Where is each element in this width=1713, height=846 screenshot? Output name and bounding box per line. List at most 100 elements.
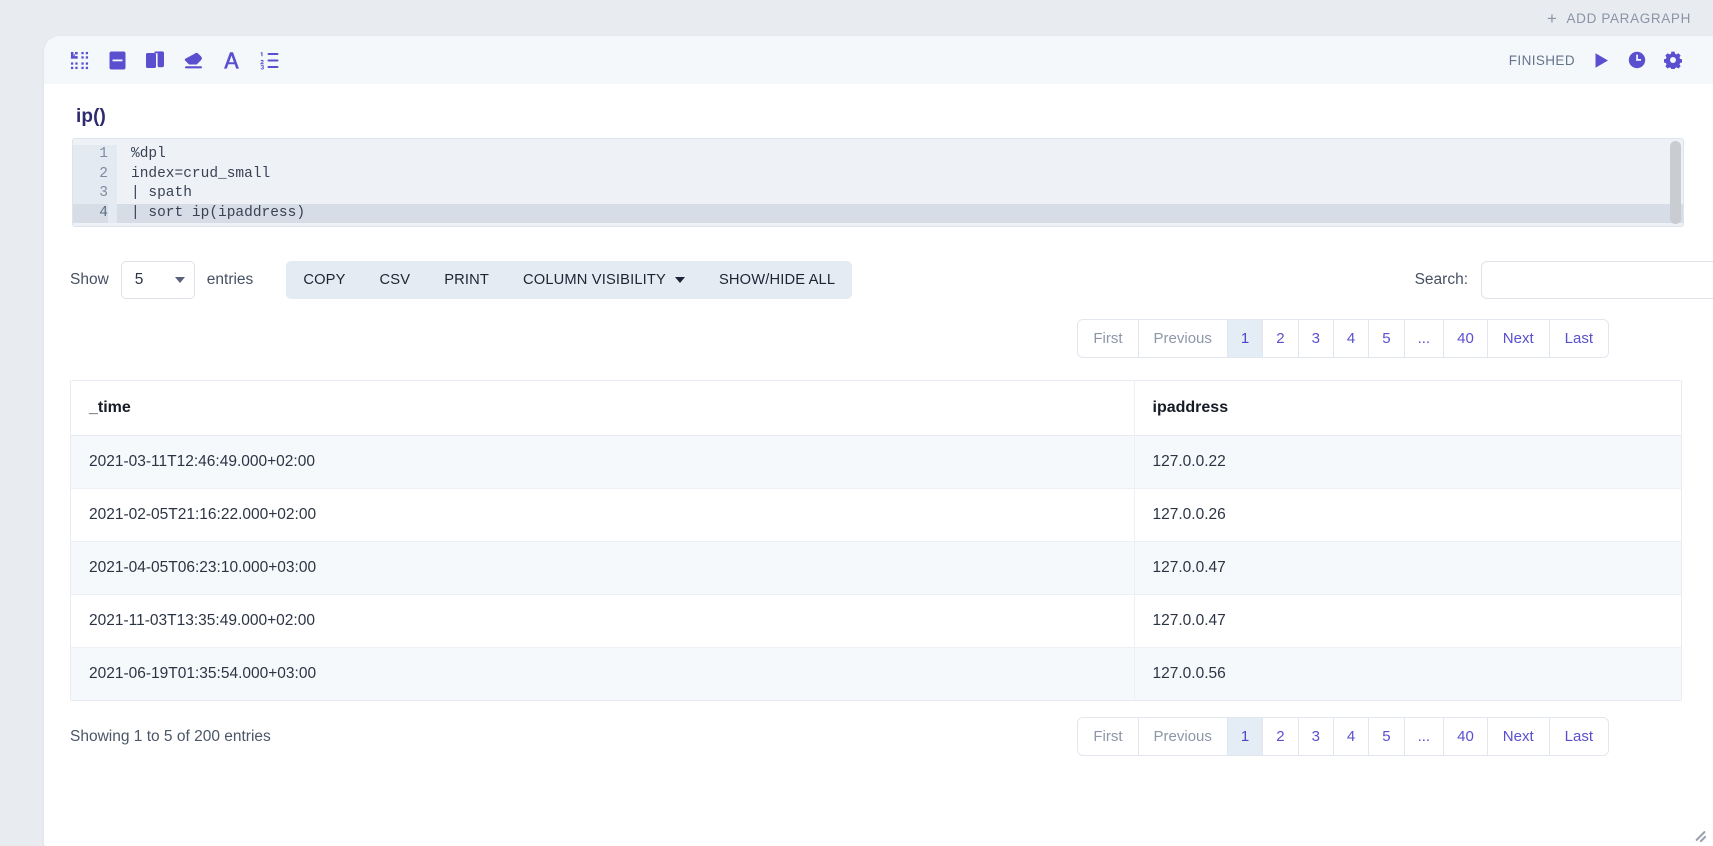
status-badge: FINISHED (1508, 52, 1575, 68)
code-line: index=crud_small (131, 165, 271, 182)
column-header-ipaddress[interactable]: ipaddress (1134, 381, 1681, 436)
cell-time: 2021-02-05T21:16:22.000+02:00 (71, 488, 1135, 542)
ordered-list-icon[interactable] (259, 50, 280, 71)
showing-info: Showing 1 to 5 of 200 entries (70, 727, 271, 745)
cell-time: 2021-06-19T01:35:54.000+03:00 (71, 647, 1135, 700)
editor-scrollbar-thumb[interactable] (1670, 141, 1681, 224)
cell-ipaddress: 127.0.0.56 (1134, 647, 1681, 700)
book-icon[interactable] (107, 50, 128, 71)
pager-first[interactable]: First (1078, 718, 1139, 755)
pager-page-3[interactable]: 3 (1298, 718, 1334, 755)
top-strip: + ADD PARAGRAPH (0, 0, 1713, 36)
eraser-icon[interactable] (183, 50, 204, 71)
resize-handle[interactable] (1693, 828, 1707, 843)
pager: First Previous 1 2 3 4 5 ... 40 Next Las… (1077, 717, 1609, 756)
pager-first[interactable]: First (1078, 320, 1139, 357)
caret-down-icon (674, 277, 685, 283)
cell-ipaddress: 127.0.0.26 (1134, 488, 1681, 542)
entries-label: entries (206, 271, 254, 288)
pager-last[interactable]: Last (1549, 320, 1608, 357)
pager-last[interactable]: Last (1549, 718, 1608, 755)
pager-previous[interactable]: Previous (1138, 718, 1228, 755)
pager-page-5[interactable]: 5 (1369, 718, 1405, 755)
pager-next[interactable]: Next (1487, 320, 1550, 357)
pager-page-5[interactable]: 5 (1369, 320, 1405, 357)
print-button[interactable]: PRINT (427, 261, 507, 299)
chevron-down-icon (174, 277, 185, 283)
show-hide-all-button[interactable]: SHOW/HIDE ALL (701, 261, 853, 299)
pager-ellipsis: ... (1404, 718, 1445, 755)
export-button-group: COPY CSV PRINT COLUMN VISIBILITY SHOW/HI… (286, 261, 853, 299)
show-hide-all-label: SHOW/HIDE ALL (718, 272, 836, 288)
column-visibility-button[interactable]: COLUMN VISIBILITY (506, 261, 702, 299)
csv-button[interactable]: CSV (362, 261, 428, 299)
code-editor[interactable]: 1 2 3 4 %dpl index=crud_small | spath | … (72, 138, 1684, 227)
add-paragraph-button[interactable]: + ADD PARAGRAPH (1547, 10, 1691, 27)
page-length-select[interactable]: 5 (120, 261, 195, 299)
table-row: 2021-03-11T12:46:49.000+02:00 127.0.0.22 (71, 435, 1681, 489)
paragraph-header: FINISHED (44, 36, 1713, 84)
code-line: | spath (131, 185, 192, 201)
cell-time: 2021-03-11T12:46:49.000+02:00 (71, 435, 1135, 489)
paragraph-card: FINISHED ip() 1 2 3 4 %dpl index=crud_sm… (44, 36, 1713, 846)
add-paragraph-label: ADD PARAGRAPH (1566, 10, 1691, 26)
gear-icon[interactable] (1663, 50, 1683, 70)
pager: First Previous 1 2 3 4 5 ... 40 Next Las… (1077, 319, 1609, 358)
column-visibility-label: COLUMN VISIBILITY (523, 272, 666, 288)
clock-icon[interactable] (1627, 50, 1647, 70)
collapse-icon[interactable] (69, 50, 90, 71)
pager-page-40[interactable]: 40 (1444, 718, 1488, 755)
pager-next[interactable]: Next (1487, 718, 1550, 755)
results-table-wrap: _time ipaddress 2021-03-11T12:46:49.000+… (70, 380, 1682, 701)
copy-button-label: COPY (303, 272, 346, 288)
pager-previous[interactable]: Previous (1138, 320, 1228, 357)
app-root: + ADD PARAGRAPH FINISHED ip() 1 2 3 4 %d… (0, 0, 1713, 846)
copy-button[interactable]: COPY (286, 261, 363, 299)
pager-page-40[interactable]: 40 (1444, 320, 1488, 357)
cell-ipaddress: 127.0.0.47 (1134, 541, 1681, 595)
cell-time: 2021-11-03T13:35:49.000+02:00 (71, 594, 1135, 648)
editor-gutter: 1 2 3 4 (73, 145, 117, 223)
print-button-label: PRINT (444, 272, 490, 288)
font-icon[interactable] (221, 50, 242, 71)
csv-button-label: CSV (379, 272, 411, 288)
table-header-row: _time ipaddress (71, 381, 1681, 436)
table-footer: Showing 1 to 5 of 200 entries First Prev… (70, 717, 1691, 756)
pager-page-4[interactable]: 4 (1333, 718, 1370, 755)
pager-page-1[interactable]: 1 (1227, 718, 1264, 755)
table-row: 2021-11-03T13:35:49.000+02:00 127.0.0.47 (71, 594, 1681, 648)
show-label: Show (70, 271, 109, 288)
pager-page-1[interactable]: 1 (1227, 320, 1264, 357)
cell-ipaddress: 127.0.0.47 (1134, 594, 1681, 648)
table-row: 2021-06-19T01:35:54.000+03:00 127.0.0.56 (71, 647, 1681, 700)
paragraph-body: ip() 1 2 3 4 %dpl index=crud_small | spa… (44, 84, 1713, 756)
code-line: %dpl (131, 146, 166, 162)
paragraph-toolbar (69, 50, 280, 71)
table-head: _time ipaddress (71, 381, 1681, 436)
results-table: _time ipaddress 2021-03-11T12:46:49.000+… (71, 381, 1681, 700)
table-controls: Show 5 entries COPY CSV PRINT COLUMN VIS… (70, 261, 1713, 299)
column-header-time[interactable]: _time (71, 381, 1135, 436)
code-line-active: | sort ip(ipaddress) (117, 203, 1683, 223)
copy-icon[interactable] (145, 50, 166, 71)
pagination-bottom: First Previous 1 2 3 4 5 ... 40 Next Las… (1077, 717, 1691, 756)
pager-page-2[interactable]: 2 (1263, 320, 1299, 357)
pager-page-4[interactable]: 4 (1333, 320, 1370, 357)
line-number: 4 (73, 203, 108, 223)
run-icon[interactable] (1591, 50, 1611, 70)
table-body: 2021-03-11T12:46:49.000+02:00 127.0.0.22… (71, 435, 1681, 700)
table-row: 2021-02-05T21:16:22.000+02:00 127.0.0.26 (71, 488, 1681, 542)
search-input[interactable] (1481, 261, 1713, 299)
pager-page-2[interactable]: 2 (1263, 718, 1299, 755)
pagination-top: First Previous 1 2 3 4 5 ... 40 Next Las… (66, 319, 1691, 358)
page-length-value: 5 (134, 271, 144, 288)
cell-time: 2021-04-05T06:23:10.000+03:00 (71, 541, 1135, 595)
paragraph-header-right: FINISHED (1509, 50, 1713, 70)
line-number: 2 (99, 165, 108, 182)
editor-scrollbar[interactable] (1670, 141, 1681, 224)
editor-code-area[interactable]: %dpl index=crud_small | spath | sort ip(… (117, 145, 1683, 223)
plus-icon: + (1546, 8, 1558, 28)
pager-page-3[interactable]: 3 (1298, 320, 1334, 357)
line-number: 1 (99, 146, 108, 162)
search-label: Search: (1414, 271, 1468, 288)
